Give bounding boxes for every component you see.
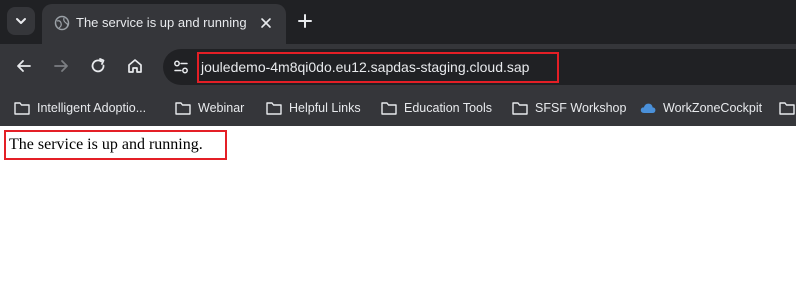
tab-strip: The service is up and running: [0, 0, 796, 44]
service-status-text: The service is up and running.: [9, 136, 203, 153]
bookmark-label: WorkZoneCockpit: [663, 101, 763, 115]
bookmark-label: Helpful Links: [289, 101, 361, 115]
bookmark-folder-overflow[interactable]: [779, 98, 795, 118]
folder-icon: [175, 102, 191, 115]
close-icon[interactable]: [258, 15, 274, 31]
globe-icon: [54, 15, 70, 31]
address-bar[interactable]: jouledemo-4m8qi0do.eu12.sapdas-staging.c…: [163, 49, 796, 85]
bookmark-label: SFSF Workshop: [535, 101, 627, 115]
back-arrow-icon[interactable]: [14, 56, 34, 76]
tab-search-button[interactable]: [7, 7, 35, 35]
chevron-down-icon: [16, 18, 26, 24]
navigation-toolbar: jouledemo-4m8qi0do.eu12.sapdas-staging.c…: [0, 44, 796, 90]
tab-title: The service is up and running: [76, 15, 247, 30]
folder-icon: [381, 102, 397, 115]
bookmark-folder-webinar[interactable]: Webinar: [175, 98, 244, 118]
bookmark-folder-education-tools[interactable]: Education Tools: [381, 98, 492, 118]
bookmark-label: Education Tools: [404, 101, 493, 115]
bookmark-label: Intelligent Adoptio...: [37, 101, 147, 115]
url-text[interactable]: jouledemo-4m8qi0do.eu12.sapdas-staging.c…: [201, 59, 529, 75]
cloud-icon: [640, 103, 656, 113]
reload-icon[interactable]: [88, 56, 108, 76]
browser-chrome: The service is up and running jouledemo-…: [0, 0, 796, 126]
page-content: The service is up and running.: [0, 126, 796, 301]
bookmarks-bar: Intelligent Adoptio... Webinar Helpful L…: [0, 90, 796, 126]
folder-icon: [14, 102, 30, 115]
home-icon[interactable]: [125, 56, 145, 76]
bookmark-workzone-cockpit[interactable]: WorkZoneCockpit: [640, 98, 762, 118]
forward-arrow-icon[interactable]: [51, 56, 71, 76]
folder-icon: [779, 102, 795, 115]
bookmark-folder-sfsf-workshop[interactable]: SFSF Workshop: [512, 98, 626, 118]
bookmark-folder-helpful-links[interactable]: Helpful Links: [266, 98, 361, 118]
new-tab-plus-icon[interactable]: [296, 12, 314, 30]
folder-icon: [512, 102, 528, 115]
site-info-tune-icon[interactable]: [171, 57, 191, 77]
folder-icon: [266, 102, 282, 115]
active-tab[interactable]: The service is up and running: [42, 4, 286, 44]
bookmark-label: Webinar: [198, 101, 245, 115]
bookmark-folder-intelligent-adoption[interactable]: Intelligent Adoptio...: [14, 98, 146, 118]
